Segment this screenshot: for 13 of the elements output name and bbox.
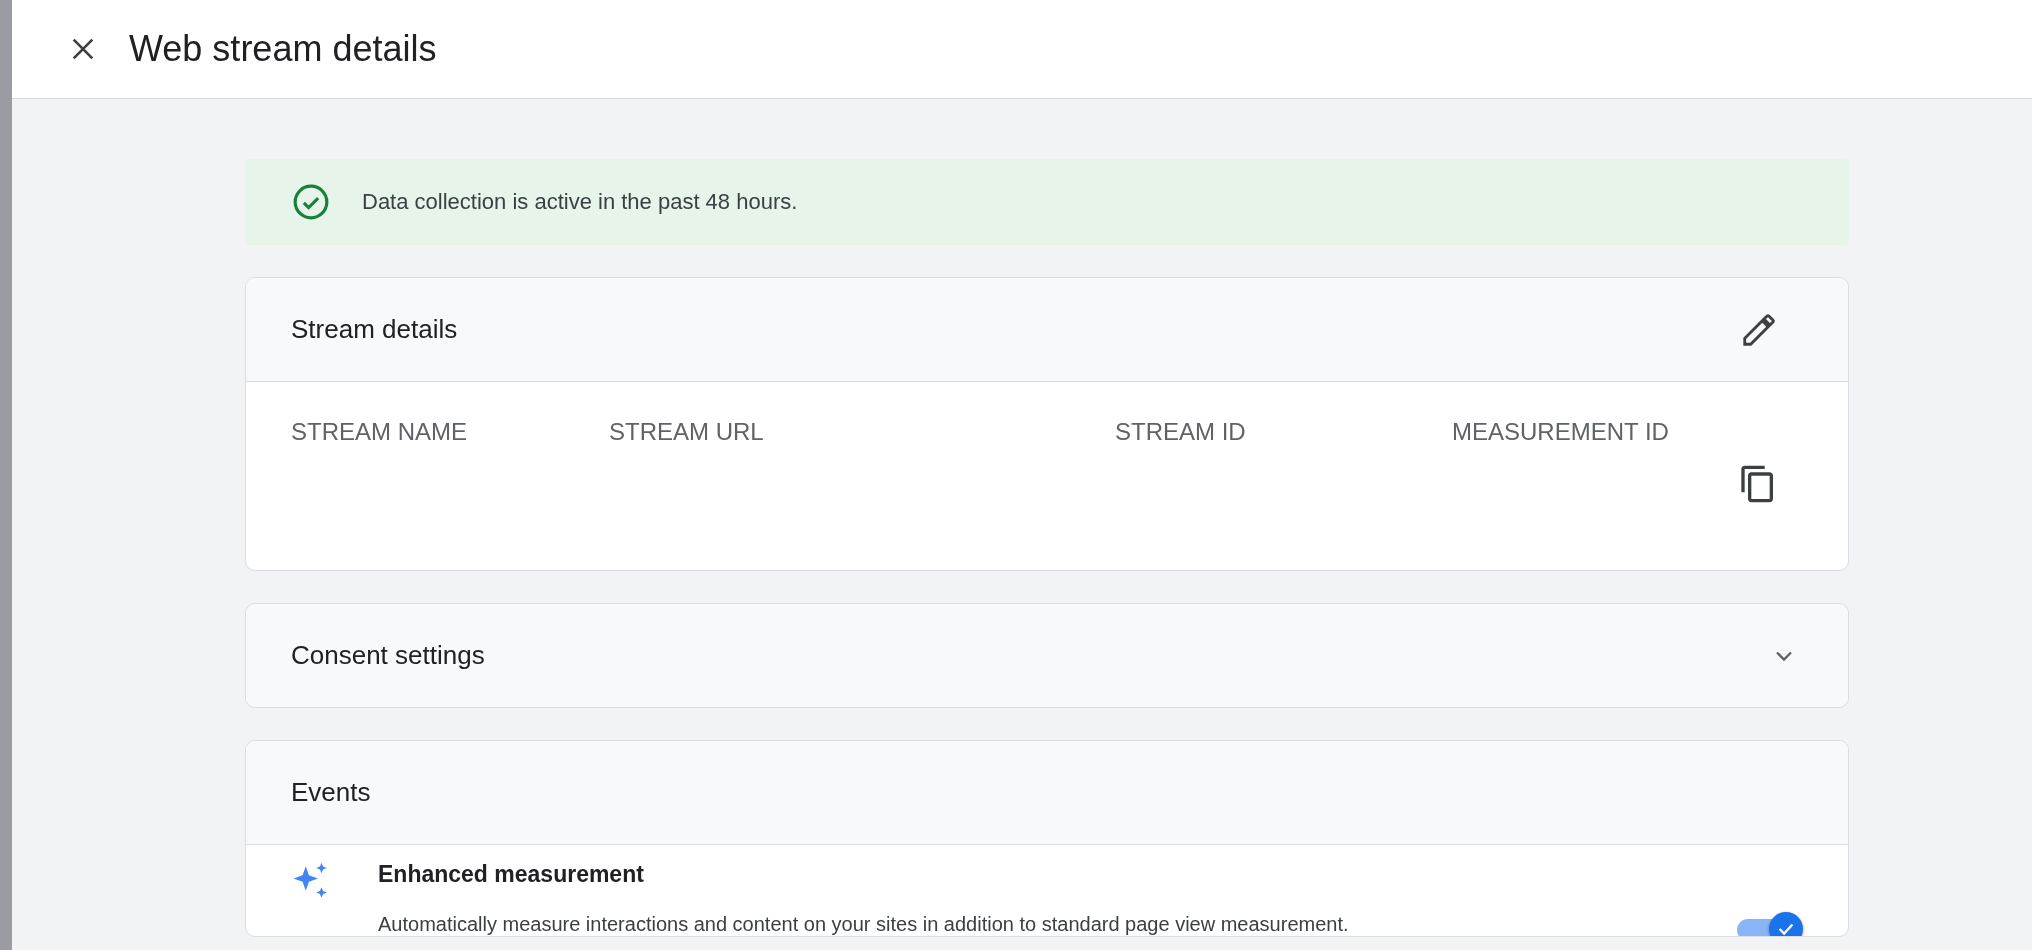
check-circle-icon <box>292 183 330 221</box>
setting-description: Automatically measure interactions and content on your sites in addition to standard page view measurement. <box>378 913 1350 936</box>
column-label: STREAM ID <box>1115 418 1247 446</box>
status-message: Data collection is active in the past 48 hours. <box>362 189 798 215</box>
setting-title: Enhanced measurement <box>378 861 645 889</box>
toggle-switch[interactable] <box>1737 912 1803 936</box>
card-title: Events <box>291 777 371 808</box>
card-title: Consent settings <box>291 640 485 671</box>
card-title: Stream details <box>291 314 458 345</box>
panel-title: Web stream details <box>129 28 437 70</box>
column-label: STREAM NAME <box>291 418 468 446</box>
column-label: STREAM URL <box>609 418 765 446</box>
column-label: MEASUREMENT ID <box>1452 418 1670 446</box>
